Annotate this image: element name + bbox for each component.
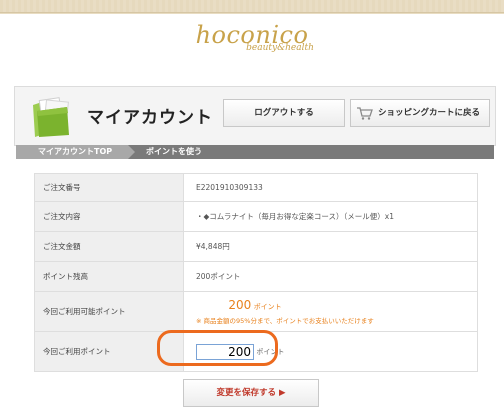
points-balance-label: ポイント残高 [34, 261, 184, 292]
order-amount-value: ¥4,848円 [183, 231, 478, 262]
highlight-ring [157, 330, 278, 366]
breadcrumb-item-use-points: ポイントを使う [146, 147, 202, 156]
available-points-cell: 200 ポイント ※ 商品金額の95%分まで、ポイントでお支払いいただけます [183, 291, 478, 332]
available-points-note: ※ 商品金額の95%分まで、ポイントでお支払いいただけます [196, 317, 374, 325]
order-number-value: E2201910309133 [183, 173, 478, 202]
order-content-label: ご注文内容 [34, 201, 184, 232]
save-changes-button[interactable]: 変更を保存する ▶ [183, 379, 319, 407]
order-number-label: ご注文番号 [34, 173, 184, 202]
table-row: 今回ご利用可能ポイント 200 ポイント ※ 商品金額の95%分まで、ポイントで… [34, 291, 478, 332]
back-to-cart-label: ショッピングカートに戻る [377, 108, 480, 118]
available-points-value: 200 [228, 298, 252, 312]
top-decor-bar [0, 0, 504, 14]
table-row: ご注文番号 E2201910309133 [34, 173, 478, 202]
folder-icon [33, 97, 69, 137]
page-title: マイアカウント [87, 108, 213, 128]
shopping-cart-icon [357, 107, 373, 120]
back-to-cart-button[interactable]: ショッピングカートに戻る [350, 99, 490, 127]
order-content-value: ・◆コムラナイト（毎月お得な定楽コース）（メール便）x1 [183, 201, 478, 232]
table-row: ご注文金額 ¥4,848円 [34, 231, 478, 262]
top-decor-texture [0, 0, 504, 13]
available-points-unit: ポイント [253, 303, 282, 311]
site-logo[interactable]: hoconico beauty&health [0, 22, 504, 62]
table-row: ご注文内容 ・◆コムラナイト（毎月お得な定楽コース）（メール便）x1 [34, 201, 478, 232]
table-row: ポイント残高 200ポイント [34, 261, 478, 292]
breadcrumb-item-account-top[interactable]: マイアカウントTOP [16, 145, 135, 159]
account-header: マイアカウント ログアウトする ショッピングカートに戻る [14, 86, 496, 146]
available-points-label: 今回ご利用可能ポイント [34, 291, 184, 332]
breadcrumb: マイアカウントTOP ポイントを使う [16, 145, 494, 159]
order-amount-label: ご注文金額 [34, 231, 184, 262]
logo-subtext: beauty&health [246, 43, 314, 53]
points-balance-value: 200ポイント [183, 261, 478, 292]
logout-button[interactable]: ログアウトする [223, 99, 345, 127]
